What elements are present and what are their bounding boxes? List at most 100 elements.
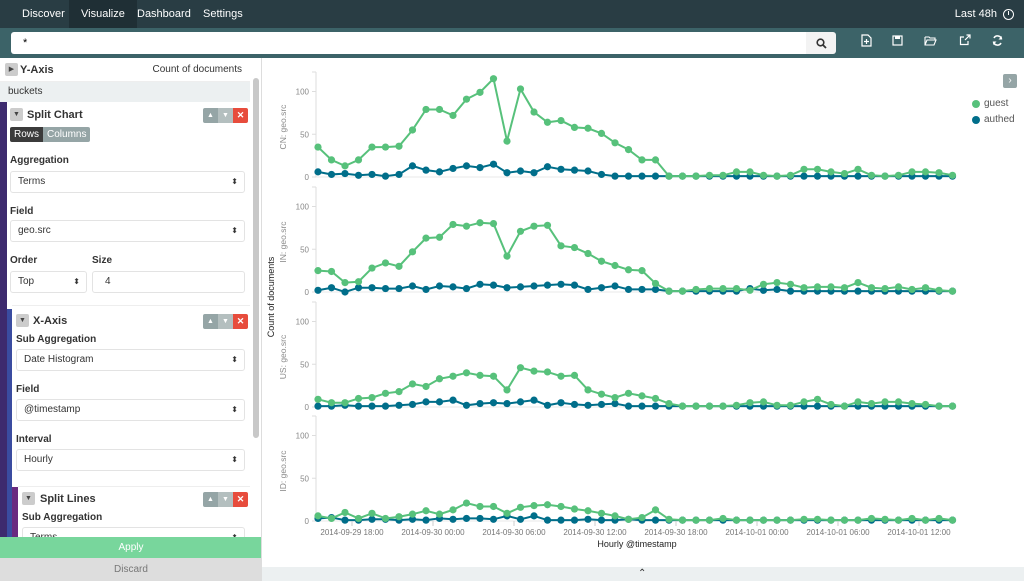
caret-down-icon[interactable]: ▼ [16, 314, 29, 327]
data-point-guest [408, 380, 417, 388]
data-point-authed [651, 172, 660, 180]
time-picker[interactable]: Last 48h [955, 0, 1014, 28]
data-point-guest [341, 399, 349, 407]
remove-button[interactable]: ✕ [233, 314, 248, 329]
data-point-guest [476, 219, 484, 227]
move-up-button[interactable]: ▲ [203, 492, 218, 507]
move-down-button[interactable]: ▼ [218, 314, 233, 329]
sidebar-scrollbar[interactable] [253, 78, 259, 438]
data-point-guest [557, 372, 565, 380]
data-point-guest [638, 513, 646, 522]
data-point-guest [368, 509, 376, 517]
select-arrows-icon: ⬍ [231, 455, 238, 464]
move-down-button[interactable]: ▼ [218, 492, 233, 507]
search-button[interactable] [806, 32, 836, 54]
y-axis-row[interactable]: ▶ Y-Axis Count of documents [0, 58, 250, 82]
data-point-guest [624, 266, 633, 274]
data-point-guest [449, 372, 457, 380]
data-point-authed [341, 288, 349, 296]
data-point-guest [651, 506, 660, 514]
data-point-guest [678, 402, 687, 410]
data-point-guest [881, 398, 889, 406]
data-point-authed [462, 514, 471, 523]
x-axis-controls: ▲ ▼ ✕ [203, 314, 248, 329]
data-point-authed [476, 399, 484, 408]
tab-settings[interactable]: Settings [191, 0, 255, 28]
clock-icon[interactable] [1003, 8, 1014, 20]
caret-right-icon[interactable]: ▶ [5, 63, 18, 76]
size-input[interactable]: 4 [92, 271, 245, 293]
caret-down-icon[interactable]: ▼ [10, 108, 23, 121]
move-up-button[interactable]: ▲ [203, 108, 218, 123]
split-lines-controls: ▲ ▼ ✕ [203, 492, 248, 507]
move-down-button[interactable]: ▼ [218, 108, 233, 123]
y-tick-label: 50 [300, 245, 309, 254]
data-point-guest [908, 514, 916, 523]
time-range-label[interactable]: Last 48h [955, 0, 997, 28]
data-point-authed [584, 515, 592, 523]
data-point-guest [368, 393, 376, 402]
data-point-authed [368, 402, 376, 410]
interval-select[interactable]: Hourly ⬍ [16, 449, 245, 471]
data-point-guest [921, 516, 930, 524]
save-icon[interactable] [888, 34, 906, 52]
data-point-guest [746, 516, 754, 524]
remove-button[interactable]: ✕ [233, 492, 248, 507]
discard-button[interactable]: Discard [0, 558, 261, 581]
data-point-guest [948, 287, 957, 295]
caret-down-icon[interactable]: ▼ [22, 492, 35, 505]
columns-button[interactable]: Columns [43, 127, 91, 142]
data-point-authed [813, 172, 822, 180]
move-up-button[interactable]: ▲ [203, 314, 218, 329]
apply-button[interactable]: Apply [0, 537, 261, 558]
data-point-guest [786, 171, 795, 179]
data-point-authed [570, 516, 579, 524]
open-icon[interactable] [921, 34, 939, 52]
data-point-guest [867, 284, 876, 292]
order-select[interactable]: Top ⬍ [10, 271, 87, 293]
data-point-guest [368, 143, 376, 151]
refresh-icon[interactable] [988, 34, 1006, 52]
x-tick-label: 2014-10-01 00:00 [725, 528, 789, 537]
legend-item-authed[interactable]: authed [972, 114, 1015, 125]
legend-label: authed [984, 114, 1015, 125]
sub-aggregation-select[interactable]: Date Histogram ⬍ [16, 349, 245, 371]
timestamp-field-select[interactable]: @timestamp ⬍ [16, 399, 245, 421]
data-point-authed [624, 285, 633, 294]
chevron-up-icon[interactable]: ⌃ [638, 568, 646, 579]
select-arrows-icon: ⬍ [231, 177, 238, 186]
data-point-guest [759, 516, 768, 524]
data-point-guest [597, 257, 606, 265]
rows-button[interactable]: Rows [10, 127, 44, 142]
x-tick-label: 2014-10-01 06:00 [806, 528, 870, 537]
legend-toggle-button[interactable]: › [1003, 74, 1017, 88]
data-point-guest [422, 382, 430, 391]
data-point-authed [327, 170, 336, 179]
share-icon[interactable] [956, 34, 974, 52]
data-point-guest [678, 172, 687, 180]
remove-button[interactable]: ✕ [233, 108, 248, 123]
select-arrows-icon: ⬍ [231, 226, 238, 235]
search-input[interactable] [11, 32, 806, 54]
data-point-guest [327, 267, 336, 276]
data-point-authed [651, 516, 660, 524]
data-point-authed [462, 284, 471, 293]
data-point-guest [597, 390, 606, 398]
data-point-guest [692, 402, 700, 410]
legend-item-guest[interactable]: guest [972, 98, 1008, 109]
data-point-guest [746, 399, 754, 407]
data-point-guest [800, 398, 808, 406]
panel-title: CN: geo.src [278, 104, 288, 150]
data-point-guest [314, 143, 322, 151]
new-visualization-icon[interactable] [857, 34, 875, 52]
data-point-guest [935, 286, 943, 294]
data-point-guest [543, 368, 552, 376]
spy-panel-toggle-bar[interactable]: ⌃ [262, 567, 1024, 581]
field-select[interactable]: geo.src ⬍ [10, 220, 245, 242]
aggregation-select[interactable]: Terms ⬍ [10, 171, 245, 193]
data-point-guest [948, 171, 957, 179]
data-point-guest [786, 516, 795, 524]
data-point-guest [854, 278, 862, 287]
data-point-guest [881, 515, 889, 523]
tab-discover[interactable]: Discover [10, 0, 77, 28]
